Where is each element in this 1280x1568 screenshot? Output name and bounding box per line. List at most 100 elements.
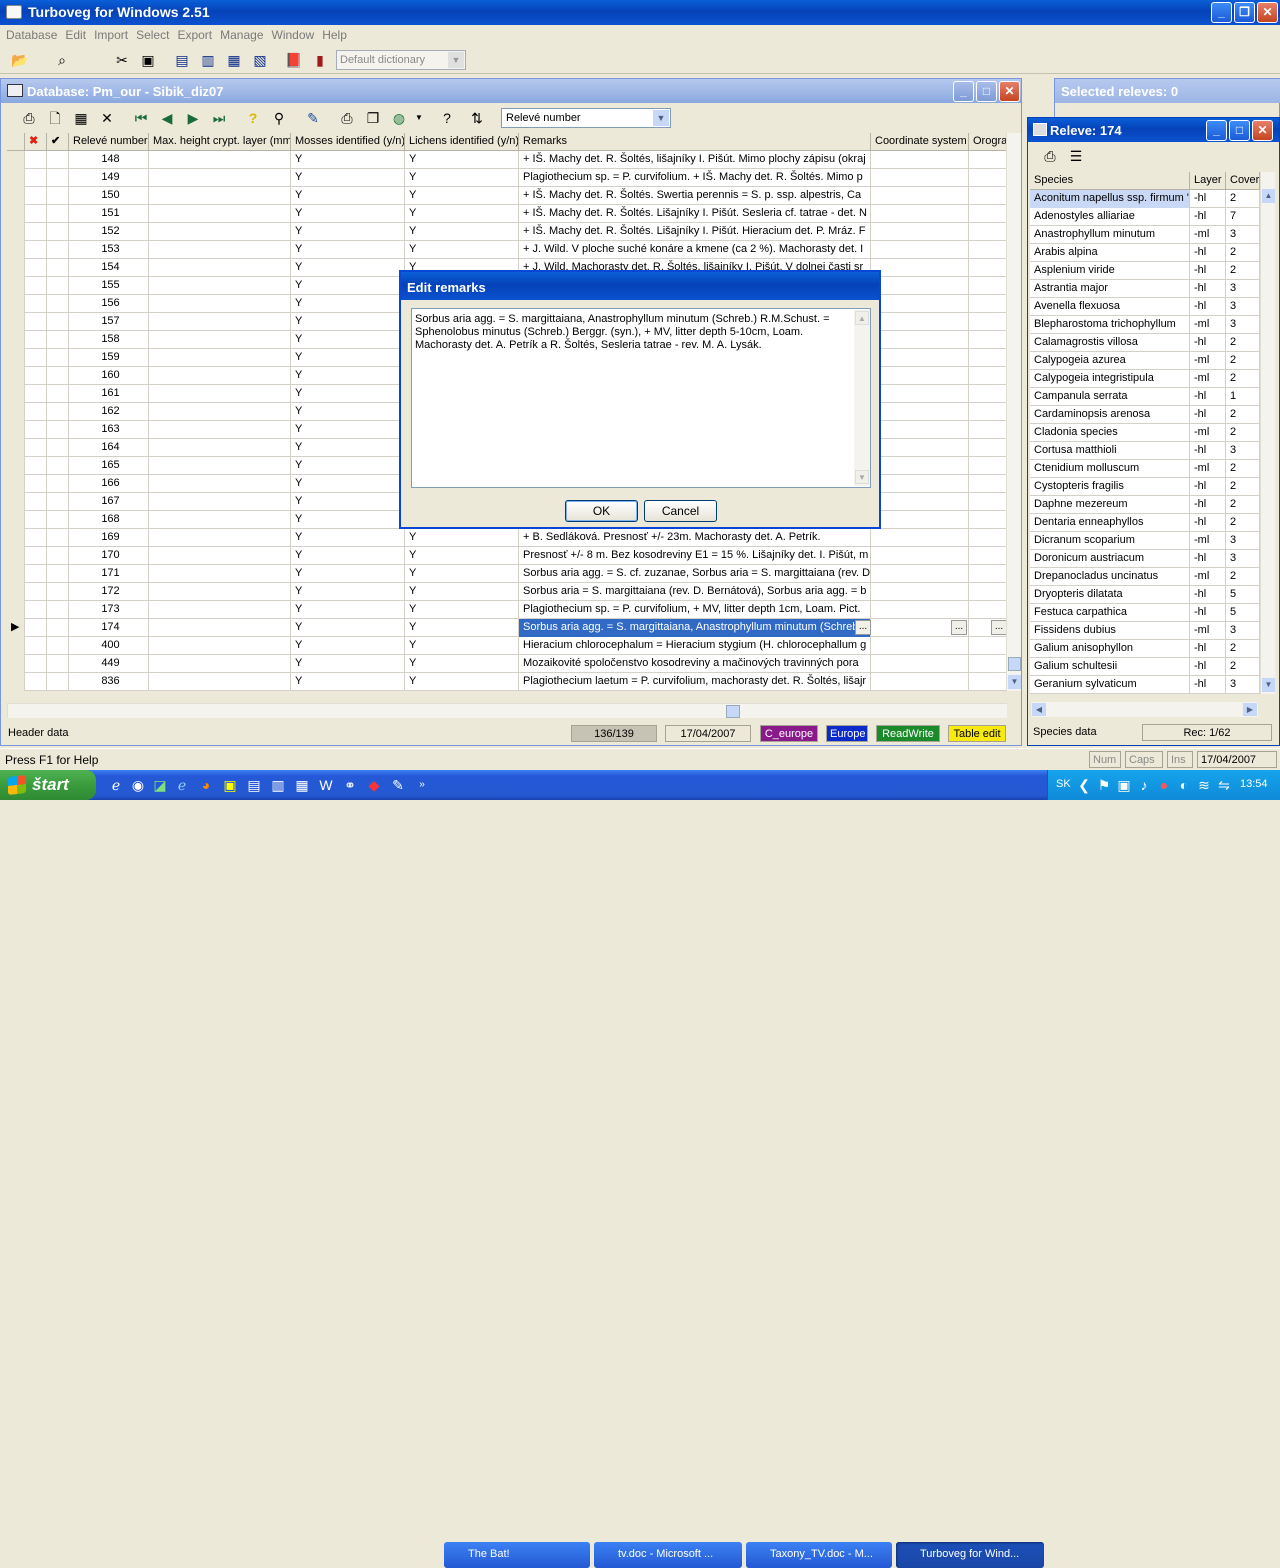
table-row[interactable]: 153 Y Y + J. Wild. V ploche suché konáre a … — [7, 241, 1007, 259]
taskbar-button[interactable]: Turboveg for Wind... — [896, 1542, 1044, 1568]
chevron-down-icon[interactable]: ▼ — [653, 110, 669, 126]
remarks-cell[interactable]: Sorbus aria agg. = S. margittaiana, Anas… — [519, 619, 871, 637]
remarks-cell[interactable]: + J. Wild. V ploche suché konáre a kmene… — [519, 241, 871, 259]
table-row[interactable]: 449 Y Y Mozaikovité spoločenstvo kosodrevin… — [7, 655, 1007, 673]
tray-usb-icon[interactable]: ⇋ — [1214, 775, 1234, 795]
sort-icon[interactable]: ⇅ — [467, 108, 487, 128]
releve-close-button[interactable]: ✕ — [1252, 120, 1273, 141]
dictionary-select[interactable]: Default dictionary ▼ — [336, 50, 466, 70]
db-maximize-button[interactable]: □ — [976, 81, 997, 102]
scroll-thumb[interactable] — [1008, 657, 1021, 671]
scroll-left-arrow[interactable]: ◀ — [1032, 703, 1046, 716]
scroll-right-arrow[interactable]: ▶ — [1243, 703, 1257, 716]
table-row[interactable]: 149 Y Y Plagiothecium sp. = P. curvifolium.… — [7, 169, 1007, 187]
table-row[interactable]: 171 Y Y Sorbus aria agg. = S. cf. zuzanae, … — [7, 565, 1007, 583]
column-header[interactable]: ✖ — [25, 133, 47, 151]
species-horizontal-scrollbar[interactable]: ◀ ▶ — [1030, 702, 1258, 717]
database-window-title-bar[interactable]: Database: Pm_our - Sibik_diz07 _ □ ✕ — [1, 79, 1021, 103]
table-row[interactable]: 173 Y Y Plagiothecium sp. = P. curvifolium,… — [7, 601, 1007, 619]
species-row[interactable]: Geranium sylvaticum -hl 3 — [1030, 676, 1260, 694]
species-row[interactable]: Dentaria enneaphyllos -hl 2 — [1030, 514, 1260, 532]
quicklaunch-explorer-icon[interactable]: ◪ — [150, 775, 170, 795]
edit-chart-icon[interactable]: ✎ — [303, 108, 323, 128]
close-button[interactable]: ✕ — [1257, 2, 1278, 23]
scroll-down-arrow[interactable]: ▼ — [1262, 678, 1275, 692]
next-record-icon[interactable]: ▶ — [183, 108, 203, 128]
remarks-cell[interactable]: + B. Sedláková. Presnosť +/- 23m. Machor… — [519, 529, 871, 547]
table-row[interactable]: 170 Y Y Presnosť +/- 8 m. Bez kosodreviny E… — [7, 547, 1007, 565]
scroll-up-arrow[interactable]: ▲ — [1262, 189, 1275, 203]
list-icon[interactable]: ☰ — [1066, 146, 1086, 166]
column-header[interactable]: Mosses identified (y/n) — [291, 133, 405, 151]
column-header[interactable]: ✔ — [47, 133, 69, 151]
species-row[interactable]: Cardaminopsis arenosa -hl 2 — [1030, 406, 1260, 424]
species-row[interactable]: Galium schultesii -hl 2 — [1030, 658, 1260, 676]
quicklaunch-media-icon[interactable]: ◉ — [128, 775, 148, 795]
column-header[interactable]: Coordinate system — [871, 133, 969, 151]
last-record-icon[interactable]: ⏭ — [209, 108, 229, 128]
quicklaunch-app-icon[interactable]: ▣ — [220, 775, 240, 795]
column-header[interactable]: Species — [1030, 172, 1190, 190]
tray-speaker-icon[interactable]: ♪ — [1134, 775, 1154, 795]
column-header[interactable]: Max. height crypt. layer (mm) — [149, 133, 291, 151]
species-row[interactable]: Doronicum austriacum -hl 3 — [1030, 550, 1260, 568]
species-row[interactable]: Dicranum scoparium -ml 3 — [1030, 532, 1260, 550]
scroll-thumb-horizontal[interactable] — [726, 705, 740, 718]
species-row[interactable]: Aconitum napellus ssp. firmum "n -hl 2 — [1030, 190, 1260, 208]
menu-export[interactable]: Export — [173, 25, 216, 45]
releve-window-title-bar[interactable]: Releve: 174 _ □ ✕ — [1028, 118, 1279, 142]
releve-maximize-button[interactable]: □ — [1229, 120, 1250, 141]
species-row[interactable]: Galium anisophyllon -hl 2 — [1030, 640, 1260, 658]
remarks-cell[interactable]: Sorbus aria agg. = S. cf. zuzanae, Sorbu… — [519, 565, 871, 583]
menu-import[interactable]: Import — [90, 25, 132, 45]
scroll-up-arrow[interactable]: ▲ — [855, 311, 869, 325]
species-row[interactable]: Calamagrostis villosa -hl 2 — [1030, 334, 1260, 352]
copy-icon[interactable]: ❐ — [363, 108, 383, 128]
window-horizontal-icon[interactable]: ▦ — [224, 50, 244, 70]
menu-manage[interactable]: Manage — [216, 25, 267, 45]
globe-icon[interactable]: ◍ — [389, 108, 409, 128]
window-arrange-icon[interactable]: ▧ — [250, 50, 270, 70]
quicklaunch-ie-icon[interactable]: ℯ — [106, 775, 126, 795]
print-preview-icon[interactable]: ⎙ — [19, 108, 39, 128]
species-row[interactable]: Calypogeia integristipula -ml 2 — [1030, 370, 1260, 388]
tray-antivirus-icon[interactable]: ◐ — [1174, 775, 1194, 795]
remarks-cell[interactable]: Plagiothecium laetum = P. curvifolium, m… — [519, 673, 871, 691]
quicklaunch-word-icon[interactable]: W — [316, 775, 336, 795]
db-minimize-button[interactable]: _ — [953, 81, 974, 102]
quicklaunch-firefox-icon[interactable]: ◕ — [196, 775, 216, 795]
species-row[interactable]: Adenostyles alliariae -hl 7 — [1030, 208, 1260, 226]
maximize-button[interactable]: ❐ — [1234, 2, 1255, 23]
new-document-icon[interactable]: 🗋 — [45, 108, 65, 128]
quicklaunch-eraser-icon[interactable]: ✎ — [388, 775, 408, 795]
vertical-scrollbar[interactable]: ▼ — [1006, 133, 1021, 691]
table-row[interactable]: 150 Y Y + IŠ. Machy det. R. Šoltés. Swertia… — [7, 187, 1007, 205]
species-row[interactable]: Ctenidium molluscum -ml 2 — [1030, 460, 1260, 478]
species-row[interactable]: Festuca carpathica -hl 5 — [1030, 604, 1260, 622]
remarks-cell[interactable]: + IŠ. Machy det. R. Šoltés. Lišajníky I.… — [519, 223, 871, 241]
chevron-down-icon[interactable]: ▼ — [448, 52, 464, 68]
db-close-button[interactable]: ✕ — [999, 81, 1020, 102]
table-row[interactable]: ▶ 174 Y Y Sorbus aria agg. = S. margittaiana… — [7, 619, 1007, 637]
column-header[interactable]: Cover — [1226, 172, 1260, 190]
save-icon[interactable]: ▣ — [138, 50, 158, 70]
tray-network-icon[interactable]: ⚑ — [1094, 775, 1114, 795]
book-icon[interactable]: 📕 — [284, 50, 304, 70]
table-row[interactable]: 836 Y Y Plagiothecium laetum = P. curvifoli… — [7, 673, 1007, 691]
delete-icon[interactable]: ✕ — [97, 108, 117, 128]
quicklaunch-doc-icon[interactable]: ▤ — [244, 775, 264, 795]
quicklaunch-window-icon[interactable]: ▥ — [268, 775, 288, 795]
quicklaunch-browser-icon[interactable]: ℯ — [172, 775, 192, 795]
minimize-button[interactable]: _ — [1211, 2, 1232, 23]
menu-select[interactable]: Select — [132, 25, 173, 45]
table-icon[interactable]: ▦ — [71, 108, 91, 128]
menu-window[interactable]: Window — [268, 25, 319, 45]
horizontal-scrollbar[interactable] — [7, 703, 1007, 718]
binoculars-icon[interactable]: ⌕ — [52, 50, 72, 70]
table-row[interactable]: 152 Y Y + IŠ. Machy det. R. Šoltés. Lišajní… — [7, 223, 1007, 241]
column-header[interactable] — [7, 133, 25, 151]
scroll-down-arrow[interactable]: ▼ — [1008, 675, 1021, 689]
remarks-cell[interactable]: + IŠ. Machy det. R. Šoltés, lišajníky I.… — [519, 151, 871, 169]
species-row[interactable]: Avenella flexuosa -hl 3 — [1030, 298, 1260, 316]
tray-arrow-icon[interactable]: ❮ — [1074, 775, 1094, 795]
